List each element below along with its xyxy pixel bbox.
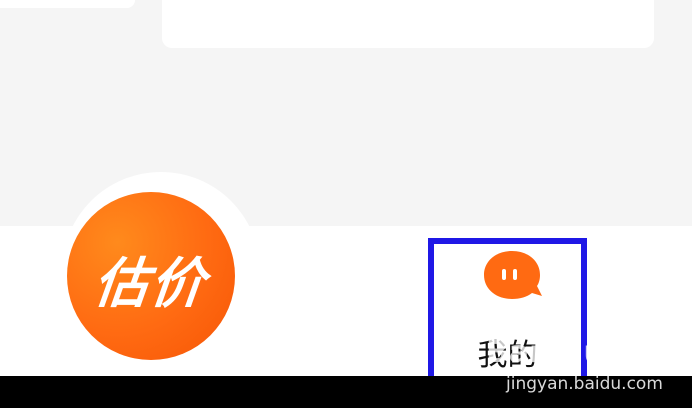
watermark-url: jingyan.baidu.com [506,374,663,394]
appraise-button-label: 估价 [91,251,210,315]
svg-text:经验: 经验 [606,335,666,370]
appraise-button[interactable]: 估价 [67,192,235,360]
svg-text:du: du [562,335,605,370]
svg-text:Bai: Bai [486,335,539,370]
content-card-left [0,0,135,8]
baidu-jingyan-watermark: Bai du 经验 jingyan.baidu.com [486,326,686,406]
baidu-jingyan-logo: Bai du 经验 [486,335,666,370]
content-card [162,0,654,48]
